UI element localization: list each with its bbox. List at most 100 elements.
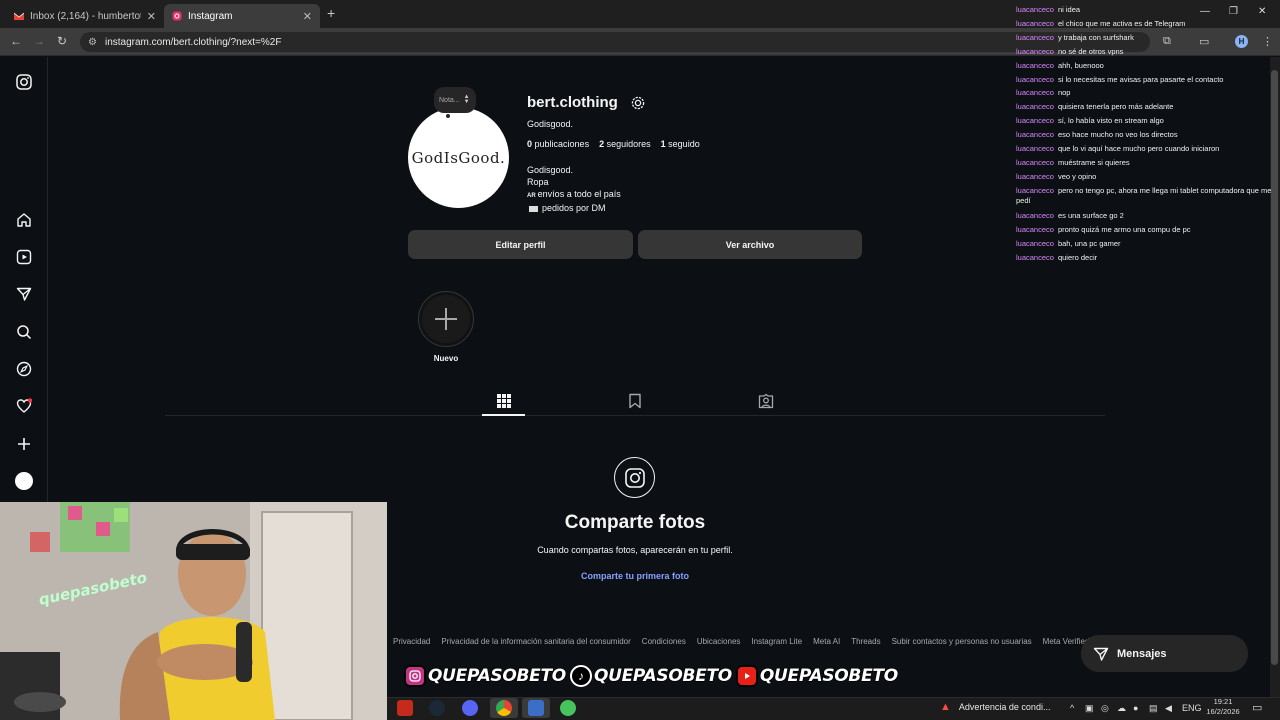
chat-message: luacanceco veo y opino (1016, 171, 1097, 181)
footer-link[interactable]: Instagram Lite (751, 637, 802, 646)
tab-instagram[interactable]: Instagram ✕ (164, 4, 320, 28)
gmail-icon (14, 12, 24, 20)
saved-bookmark-icon[interactable] (627, 393, 643, 409)
forward-icon[interactable]: → (33, 34, 45, 48)
followers-stat[interactable]: 2 seguidores (599, 139, 651, 149)
profile-stats: 0 publicaciones 2 seguidores 1 seguido (527, 139, 700, 149)
posts-grid-icon[interactable] (496, 393, 512, 409)
instagram-icon (404, 665, 426, 687)
envelope-emoji-icon (529, 205, 538, 212)
search-icon[interactable] (14, 322, 34, 342)
green-app-icon[interactable] (560, 700, 576, 716)
chat-message: luacanceco que lo vi aquí hace mucho pero… (1016, 144, 1220, 154)
steam-icon[interactable] (429, 700, 445, 716)
home-icon[interactable] (14, 210, 34, 230)
social-handle: QUEPASOBETO (759, 665, 899, 687)
address-bar[interactable]: ⚙ instagram.com/bert.clothing/?next=%2F (80, 32, 1150, 52)
notifications-heart-icon[interactable] (14, 396, 34, 416)
language-indicator[interactable]: ENG (1182, 703, 1202, 713)
footer-link[interactable]: Subir contactos y personas no usuarias (892, 637, 1032, 646)
url-text: instagram.com/bert.clothing/?next=%2F (104, 36, 282, 48)
instagram-icon (172, 11, 182, 21)
profile-username: bert.clothing (527, 94, 618, 111)
webcam-scene: quepasobeto (0, 502, 387, 720)
following-stat[interactable]: 1 seguido (661, 139, 700, 149)
volume-icon[interactable]: ◀ (1165, 703, 1172, 714)
tab-gmail[interactable]: Inbox (2,164) - humbertotutive... ✕ (6, 4, 164, 28)
reels-icon[interactable] (14, 247, 34, 267)
direct-messages-icon[interactable] (14, 284, 34, 304)
notifications-icon[interactable]: ▭ (1252, 701, 1262, 714)
chat-message: luacanceco si lo necesitas me avisas para… (1016, 74, 1224, 84)
direct-icon (1093, 647, 1109, 661)
fire-warning-icon: ▲ (940, 701, 951, 713)
footer-link[interactable]: Meta AI (813, 637, 840, 646)
share-first-photo-link[interactable]: Comparte tu primera foto (480, 571, 790, 581)
tray-icon[interactable]: ☁ (1117, 703, 1126, 714)
instagram-logo-icon[interactable] (14, 72, 34, 92)
empty-state-subtitle: Cuando compartas fotos, aparecerán en tu… (537, 545, 733, 555)
footer-link[interactable]: Privacidad de la información sanitaria d… (441, 637, 630, 646)
new-highlight-button[interactable] (418, 291, 474, 347)
obs-shield-icon[interactable] (528, 700, 544, 716)
social-item: QUEPASOBETO (735, 665, 899, 687)
site-info-icon[interactable]: ⚙ (88, 37, 97, 48)
empty-state-title: Comparte fotos (564, 512, 706, 533)
close-tab-icon[interactable]: ✕ (147, 10, 156, 23)
stream-chat-overlay: luacanceco ni idea luacanceco el chico que… (1016, 3, 1278, 264)
note-bubble-tail (446, 114, 450, 118)
webcam-overlay: quepasobeto (0, 502, 387, 720)
tagged-icon[interactable] (758, 393, 774, 409)
plus-icon (435, 308, 457, 330)
edit-profile-button[interactable]: Editar perfil (408, 230, 633, 259)
tabs-divider (165, 415, 1105, 416)
footer-link[interactable]: Threads (851, 637, 880, 646)
note-bubble[interactable]: Nota... ▲ ▼ (434, 87, 476, 113)
settings-gear-icon[interactable] (630, 95, 646, 111)
tray-overflow-icon[interactable]: ^ (1070, 703, 1074, 713)
chat-message: luacanceco muéstrame si quieres (1016, 157, 1130, 167)
chat-message: luacanceco nop (1016, 88, 1071, 98)
network-icon[interactable]: ▤ (1149, 703, 1158, 714)
close-tab-icon[interactable]: ✕ (303, 10, 312, 23)
chrome-icon[interactable] (496, 700, 512, 716)
view-archive-button[interactable]: Ver archivo (638, 230, 862, 259)
taskbar-clock[interactable]: 19:21 16/2/2026 (1202, 697, 1244, 717)
chat-message: luacanceco no sé de otros vpns (1016, 46, 1124, 56)
youtube-icon (735, 665, 758, 687)
explore-icon[interactable] (14, 359, 34, 379)
note-placeholder: Nota... (439, 96, 460, 104)
profile-avatar-icon[interactable]: · (15, 472, 33, 490)
discord-icon[interactable] (462, 700, 478, 716)
tray-icon[interactable]: ▣ (1085, 703, 1094, 714)
microphone-icon[interactable]: ● (1133, 703, 1138, 713)
messages-label: Mensajes (1117, 647, 1167, 660)
social-handle: QUEPASOBETO (593, 665, 733, 687)
chat-message: luacanceco y trabaja con surfshark (1016, 32, 1134, 42)
new-tab-icon[interactable]: + (327, 5, 335, 21)
social-item: ♪ QUEPASOBETO (569, 665, 733, 687)
messages-button[interactable]: Mensajes (1081, 635, 1248, 672)
chat-message: luacanceco bah, una pc gamer (1016, 238, 1121, 248)
chat-message: luacanceco pero no tengo pc, ahora me lle… (1016, 185, 1272, 205)
footer-link[interactable]: Privacidad (393, 637, 430, 646)
profile-avatar[interactable]: GodIsGood. (408, 107, 509, 208)
bio-line: AR envíos a todo el país (527, 189, 621, 199)
create-icon[interactable] (14, 434, 34, 454)
tiktok-icon: ♪ (569, 665, 592, 687)
new-highlight-label: Nuevo (433, 354, 459, 363)
taskbar-warning[interactable]: ▲ Advertencia de condi... (940, 701, 1050, 713)
footer-link[interactable]: Ubicaciones (697, 637, 741, 646)
taskbar-app-icon[interactable] (397, 700, 413, 716)
posts-stat: 0 publicaciones (527, 139, 590, 149)
reload-icon[interactable]: ↻ (57, 34, 67, 48)
active-tab-indicator (482, 414, 525, 416)
chat-message: luacanceco quiero decir (1016, 252, 1098, 262)
back-icon[interactable]: ← (10, 34, 22, 48)
bio-line: pedidos por DM (527, 202, 621, 214)
profile-full-name: Godisgood. (527, 119, 574, 129)
tray-icon[interactable]: ◎ (1101, 703, 1109, 714)
clock-time: 19:21 (1213, 697, 1233, 706)
bio-line: Godisgood. (527, 165, 574, 175)
footer-link[interactable]: Condiciones (642, 637, 686, 646)
